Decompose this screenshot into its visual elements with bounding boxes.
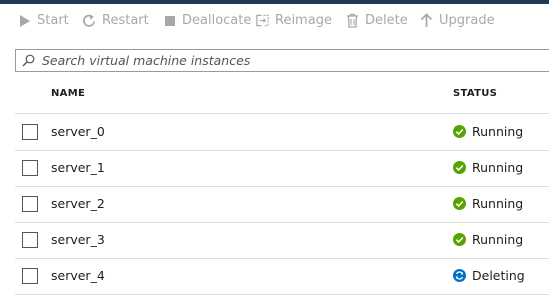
deallocate-button[interactable]: Deallocate (162, 4, 251, 37)
table-row[interactable]: server_1 Running (15, 150, 549, 187)
row-checkbox[interactable] (22, 124, 38, 140)
instance-name: server_2 (51, 196, 105, 211)
upgrade-button[interactable]: Upgrade (419, 4, 495, 37)
trash-icon (345, 13, 360, 28)
delete-label: Delete (365, 13, 408, 28)
reimage-label: Reimage (275, 13, 332, 28)
row-checkbox[interactable] (22, 268, 38, 284)
table-row[interactable]: server_2 Running (15, 186, 549, 223)
column-header-name[interactable]: NAME (51, 88, 85, 99)
status-cell: Deleting (453, 268, 525, 283)
table-row[interactable]: server_4 Deleting (15, 258, 549, 295)
deallocate-label: Deallocate (182, 13, 252, 28)
row-checkbox[interactable] (22, 232, 38, 248)
status-cell: Running (453, 196, 523, 211)
reimage-button[interactable]: Reimage (255, 4, 332, 37)
play-icon (17, 13, 32, 28)
delete-button[interactable]: Delete (345, 4, 408, 37)
status-label: Running (472, 196, 524, 211)
table-row[interactable]: server_3 Running (15, 222, 549, 259)
restart-button[interactable]: Restart (82, 4, 149, 37)
check-circle-icon (453, 161, 466, 174)
status-label: Running (472, 124, 524, 139)
instance-name: server_3 (51, 232, 105, 247)
upgrade-label: Upgrade (439, 13, 495, 28)
check-circle-icon (453, 197, 466, 210)
stop-icon (162, 13, 177, 28)
table-row[interactable]: server_0 Running (15, 114, 549, 151)
column-header-status[interactable]: STATUS (453, 88, 497, 99)
restart-label: Restart (102, 13, 149, 28)
search-input[interactable] (38, 50, 549, 71)
instance-name: server_4 (51, 268, 105, 283)
arrow-up-icon (419, 13, 434, 28)
row-checkbox[interactable] (22, 196, 38, 212)
row-checkbox[interactable] (22, 160, 38, 176)
reimage-icon (255, 13, 270, 28)
start-button[interactable]: Start (17, 4, 69, 37)
status-label: Deleting (472, 268, 525, 283)
check-circle-icon (453, 125, 466, 138)
status-cell: Running (453, 232, 523, 247)
check-circle-icon (453, 233, 466, 246)
status-cell: Running (453, 160, 523, 175)
status-cell: Running (453, 124, 523, 139)
status-label: Running (472, 160, 524, 175)
status-label: Running (472, 232, 524, 247)
instance-name: server_1 (51, 160, 105, 175)
start-label: Start (37, 13, 69, 28)
search-icon (18, 54, 38, 67)
search-box (15, 49, 549, 72)
restart-icon (82, 13, 97, 28)
sync-icon (453, 269, 466, 282)
instance-name: server_0 (51, 124, 105, 139)
command-toolbar: Start Restart Deallocate Reimage Delete … (0, 4, 549, 37)
